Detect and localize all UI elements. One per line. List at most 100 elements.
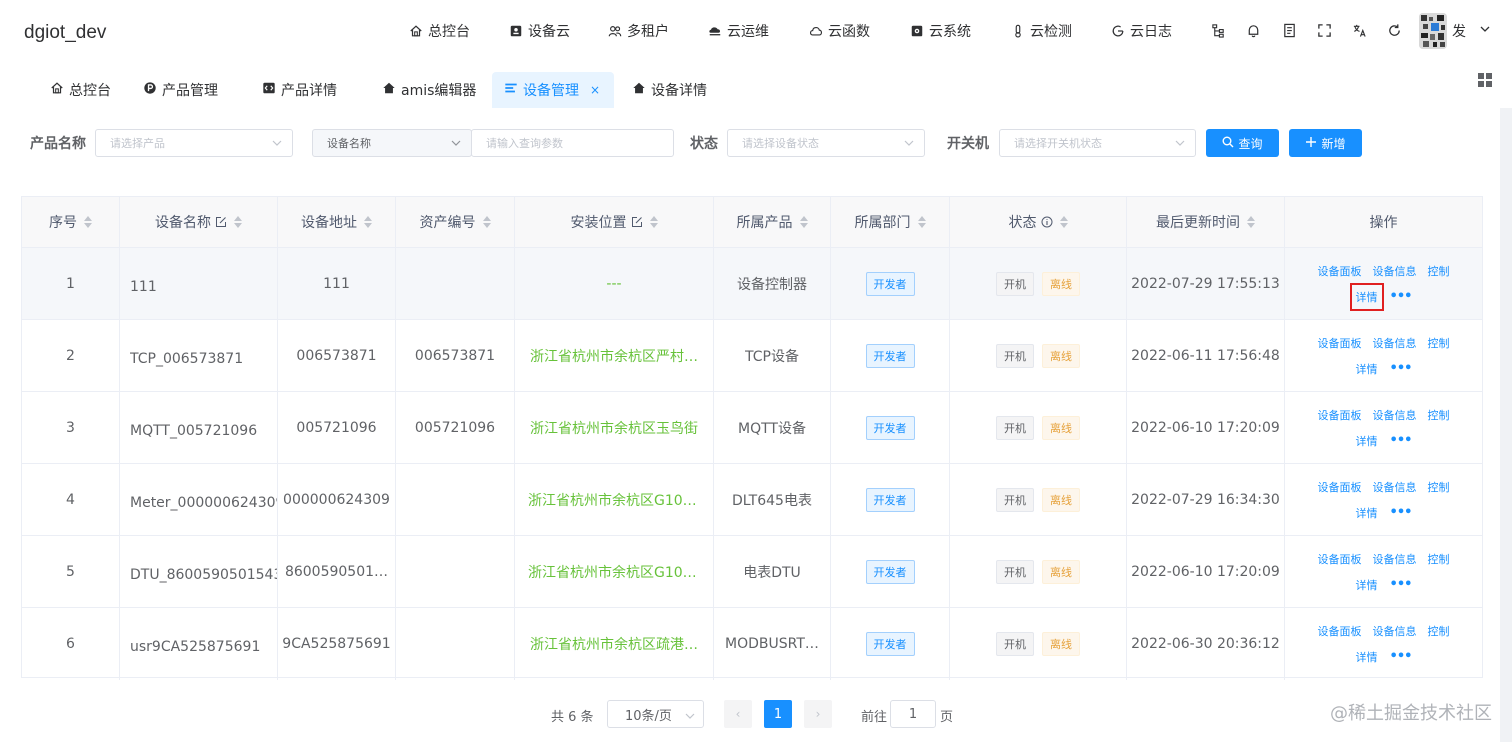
switch-select[interactable]: 请选择开关机状态: [999, 129, 1196, 157]
nav-cloud-detect[interactable]: 云检测: [1011, 21, 1072, 41]
tab-product-detail[interactable]: 产品详情: [250, 72, 349, 108]
control-link[interactable]: 控制: [1428, 479, 1450, 495]
info-icon[interactable]: [1041, 216, 1053, 228]
install-location[interactable]: 浙江省杭州市余杭区严村…: [530, 346, 698, 366]
nav-dashboard[interactable]: 总控台: [409, 21, 470, 41]
nav-multi-tenant[interactable]: 多租户: [608, 21, 669, 41]
query-field-select[interactable]: 设备名称: [312, 129, 472, 157]
install-location[interactable]: 浙江省杭州市余杭区G104…: [528, 562, 700, 582]
device-info-link[interactable]: 设备信息: [1373, 479, 1417, 495]
nav-cloud-log[interactable]: 云日志: [1111, 21, 1172, 41]
sort-icon[interactable]: [1059, 216, 1068, 228]
header-device-address[interactable]: 设备地址: [278, 197, 396, 247]
more-icon[interactable]: •••: [1390, 650, 1413, 663]
detail-link[interactable]: 详情: [1356, 433, 1378, 449]
sort-icon[interactable]: [234, 216, 242, 228]
control-link[interactable]: 控制: [1428, 623, 1450, 639]
close-icon[interactable]: ×: [590, 83, 600, 97]
document-icon[interactable]: [1281, 22, 1297, 38]
device-panel-link[interactable]: 设备面板: [1318, 623, 1362, 639]
user-name[interactable]: 发: [1452, 21, 1466, 41]
next-page-button[interactable]: ›: [804, 700, 832, 728]
device-panel-link[interactable]: 设备面板: [1318, 263, 1362, 279]
tab-product-management[interactable]: 产品管理: [131, 72, 230, 108]
install-location[interactable]: 浙江省杭州市余杭区G104…: [528, 490, 700, 510]
row-index: 3: [66, 420, 75, 436]
header-install-location[interactable]: 安装位置: [515, 197, 714, 247]
detail-link[interactable]: 详情: [1349, 283, 1384, 311]
page-number-current[interactable]: 1: [764, 700, 792, 728]
tab-dashboard[interactable]: 总控台: [38, 72, 123, 108]
fullscreen-icon[interactable]: [1316, 22, 1332, 38]
detail-link[interactable]: 详情: [1356, 649, 1378, 665]
sort-icon[interactable]: [482, 216, 491, 228]
table-row[interactable]: 3 MQTT_005721096 005721096 005721096 浙江省杭州市余…: [22, 391, 1482, 464]
grid-menu-icon[interactable]: [1477, 72, 1493, 88]
control-link[interactable]: 控制: [1428, 407, 1450, 423]
sort-icon[interactable]: [917, 216, 926, 228]
detail-link[interactable]: 详情: [1356, 361, 1378, 377]
add-button[interactable]: 新增: [1289, 129, 1362, 157]
detail-link[interactable]: 详情: [1356, 577, 1378, 593]
bell-icon[interactable]: [1245, 22, 1261, 38]
tab-device-management[interactable]: 设备管理 ×: [492, 72, 614, 108]
header-device-name[interactable]: 设备名称: [120, 197, 278, 247]
header-asset-number[interactable]: 资产编号: [396, 197, 515, 247]
detail-link[interactable]: 详情: [1356, 505, 1378, 521]
install-location[interactable]: 浙江省杭州市余杭区疏港…: [530, 634, 698, 654]
device-panel-link[interactable]: 设备面板: [1318, 335, 1362, 351]
nav-cloud-system[interactable]: 云系统: [910, 21, 971, 41]
product-select[interactable]: 请选择产品: [95, 129, 293, 157]
header-index[interactable]: 序号: [22, 197, 120, 247]
more-icon[interactable]: •••: [1390, 506, 1413, 519]
search-button[interactable]: 查询: [1206, 129, 1279, 157]
chevron-down-icon[interactable]: [1479, 23, 1491, 35]
nav-cloud-functions[interactable]: 云函数: [809, 21, 870, 41]
brand-title[interactable]: dgiot_dev: [24, 22, 106, 44]
sort-icon[interactable]: [649, 216, 658, 228]
sort-icon[interactable]: [84, 216, 92, 228]
control-link[interactable]: 控制: [1428, 263, 1450, 279]
page-size-select[interactable]: 10条/页: [607, 700, 704, 728]
tab-amis-editor[interactable]: amis编辑器: [370, 72, 488, 108]
device-info-link[interactable]: 设备信息: [1373, 407, 1417, 423]
device-panel-link[interactable]: 设备面板: [1318, 551, 1362, 567]
header-status[interactable]: 状态: [950, 197, 1127, 247]
translate-icon[interactable]: [1351, 22, 1367, 38]
header-department[interactable]: 所属部门: [831, 197, 950, 247]
header-last-updated[interactable]: 最后更新时间: [1127, 197, 1285, 247]
device-panel-link[interactable]: 设备面板: [1318, 479, 1362, 495]
table-row[interactable]: 5 DTU_860059050154320 8600590501… 浙江省杭州市余杭区…: [22, 535, 1482, 608]
nav-cloud-ops[interactable]: 云运维: [708, 21, 769, 41]
table-row[interactable]: 2 TCP_006573871 006573871 006573871 浙江省杭州市余杭…: [22, 319, 1482, 392]
more-icon[interactable]: •••: [1390, 290, 1413, 303]
more-icon[interactable]: •••: [1390, 362, 1413, 375]
device-info-link[interactable]: 设备信息: [1373, 551, 1417, 567]
device-info-link[interactable]: 设备信息: [1373, 623, 1417, 639]
more-icon[interactable]: •••: [1390, 578, 1413, 591]
sort-icon[interactable]: [799, 216, 808, 228]
install-location[interactable]: ---: [606, 276, 621, 292]
device-info-link[interactable]: 设备信息: [1373, 263, 1417, 279]
install-location[interactable]: 浙江省杭州市余杭区玉鸟街: [530, 418, 698, 438]
avatar[interactable]: [1419, 13, 1447, 49]
sort-icon[interactable]: [1247, 216, 1255, 228]
table-row[interactable]: 6 usr9CA525875691 9CA525875691 浙江省杭州市余杭区疏港……: [22, 607, 1482, 680]
table-row[interactable]: 4 Meter_000000624309 000000624309 浙江省杭州市余杭区…: [22, 463, 1482, 536]
more-icon[interactable]: •••: [1390, 434, 1413, 447]
prev-page-button[interactable]: ‹: [724, 700, 752, 728]
sort-icon[interactable]: [364, 216, 372, 228]
query-input[interactable]: 请输入查询参数: [471, 129, 674, 157]
header-product[interactable]: 所属产品: [714, 197, 831, 247]
tab-device-detail[interactable]: 设备详情: [620, 72, 719, 108]
goto-page-input[interactable]: 1: [890, 700, 936, 728]
control-link[interactable]: 控制: [1428, 335, 1450, 351]
device-panel-link[interactable]: 设备面板: [1318, 407, 1362, 423]
sitemap-icon[interactable]: [1210, 22, 1226, 38]
refresh-icon[interactable]: [1386, 22, 1402, 38]
nav-device-cloud[interactable]: 设备云: [509, 21, 570, 41]
status-select[interactable]: 请选择设备状态: [727, 129, 925, 157]
control-link[interactable]: 控制: [1428, 551, 1450, 567]
table-row[interactable]: 1 111 111 --- 设备控制器 开发者 开机 离线 2022-07-29 17:55:1…: [22, 247, 1482, 320]
device-info-link[interactable]: 设备信息: [1373, 335, 1417, 351]
